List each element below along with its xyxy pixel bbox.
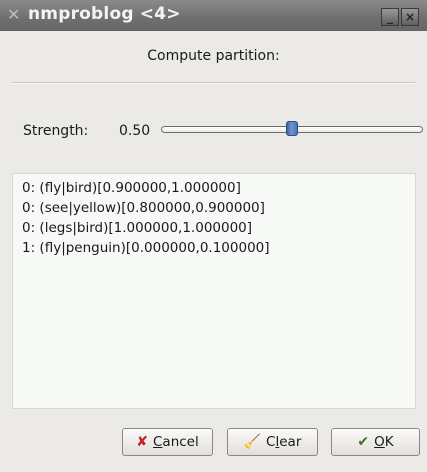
result-line: 1: (fly|penguin)[0.000000,0.100000] xyxy=(22,240,270,256)
result-line: 0: (see|yellow)[0.800000,0.900000] xyxy=(22,200,265,216)
ok-button[interactable]: ✔ OK xyxy=(331,428,420,456)
results-list[interactable]: 0: (fly|bird)[0.900000,1.000000] 0: (see|… xyxy=(12,173,416,409)
divider xyxy=(12,82,415,84)
strength-slider[interactable] xyxy=(161,121,423,136)
window-title: nmproblog <4> xyxy=(28,4,181,24)
broom-icon: 🧹 xyxy=(243,434,262,450)
strength-label: Strength: xyxy=(23,123,89,139)
title-bar[interactable]: ✕ nmproblog <4> _ × xyxy=(0,0,427,31)
cross-icon: ✘ xyxy=(136,434,148,450)
minimize-icon: _ xyxy=(387,10,393,24)
cancel-button-label: Cancel xyxy=(152,434,199,450)
ok-button-label: OK xyxy=(374,434,394,450)
result-line: 0: (fly|bird)[0.900000,1.000000] xyxy=(22,180,241,196)
close-icon: × xyxy=(404,10,416,24)
dialog-window: ✕ nmproblog <4> _ × Compute partition: S… xyxy=(0,0,427,472)
cancel-button[interactable]: ✘ Cancel xyxy=(122,428,213,456)
checkmark-icon: ✔ xyxy=(357,434,370,450)
slider-thumb[interactable] xyxy=(286,121,298,136)
result-line: 0: (legs|bird)[1.000000,1.000000] xyxy=(22,220,253,236)
clear-button[interactable]: 🧹 Clear xyxy=(227,428,318,456)
x-logo-icon[interactable]: ✕ xyxy=(7,7,23,23)
strength-value: 0.50 xyxy=(119,123,151,139)
close-button[interactable]: × xyxy=(401,8,419,26)
minimize-button[interactable]: _ xyxy=(381,8,399,26)
dialog-heading: Compute partition: xyxy=(147,48,280,64)
clear-button-label: Clear xyxy=(266,434,302,450)
